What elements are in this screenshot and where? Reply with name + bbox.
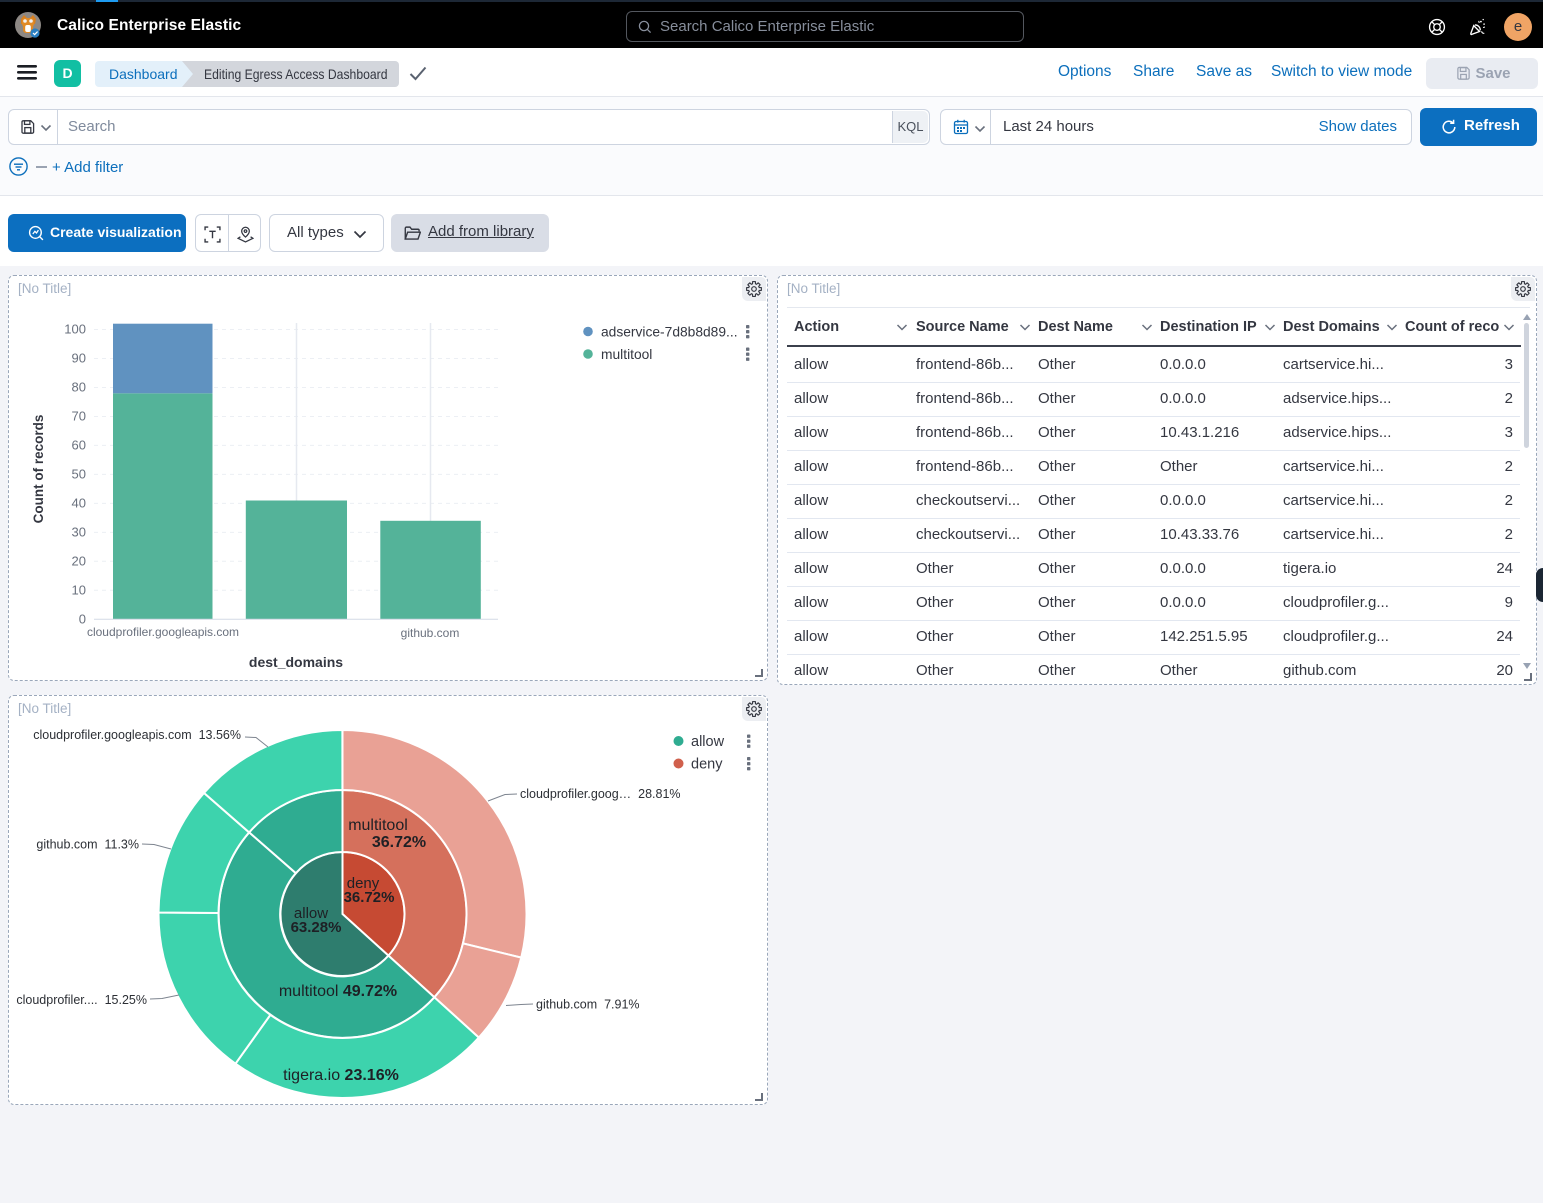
- svg-text:63.28%: 63.28%: [291, 919, 342, 936]
- svg-text:36.72%: 36.72%: [372, 834, 426, 851]
- svg-text:multitool 49.72%: multitool 49.72%: [279, 983, 397, 1000]
- svg-text:0: 0: [79, 612, 86, 627]
- svg-text:100: 100: [64, 322, 86, 337]
- svg-text:60: 60: [72, 438, 86, 453]
- svg-text:80: 80: [72, 380, 86, 395]
- svg-text:cloudprofiler.googleapis.com: cloudprofiler.googleapis.com 13.56%: [33, 728, 241, 742]
- svg-text:cloudprofiler.goog… 28.81%: cloudprofiler.goog… 28.81%: [520, 787, 681, 801]
- svg-text:70: 70: [72, 409, 86, 424]
- svg-text:github.com: github.com: [401, 626, 460, 640]
- svg-text:tigera.io 23.16%: tigera.io 23.16%: [283, 1067, 399, 1084]
- svg-text:multitool: multitool: [348, 817, 408, 834]
- svg-text:github.com 11.3%: github.com 11.3%: [36, 838, 139, 852]
- svg-text:36.72%: 36.72%: [344, 889, 395, 906]
- svg-text:multitool: multitool: [601, 347, 652, 362]
- svg-text:50: 50: [72, 467, 86, 482]
- svg-text:allow: allow: [691, 734, 725, 750]
- svg-text:90: 90: [72, 351, 86, 366]
- svg-text:Count of records: Count of records: [31, 415, 46, 524]
- svg-text:20: 20: [72, 554, 86, 569]
- svg-text:adservice-7d8b8d89...: adservice-7d8b8d89...: [601, 325, 738, 340]
- svg-text:40: 40: [72, 496, 86, 511]
- svg-text:dest_domains: dest_domains: [249, 654, 343, 670]
- svg-text:github.com 7.91%: github.com 7.91%: [536, 998, 640, 1012]
- svg-text:10: 10: [72, 583, 86, 598]
- svg-text:deny: deny: [691, 757, 723, 773]
- svg-text:30: 30: [72, 525, 86, 540]
- svg-text:cloudprofiler.googleapis.com: cloudprofiler.googleapis.com: [87, 625, 239, 639]
- svg-text:cloudprofiler.... 15.25%: cloudprofiler.... 15.25%: [16, 993, 147, 1007]
